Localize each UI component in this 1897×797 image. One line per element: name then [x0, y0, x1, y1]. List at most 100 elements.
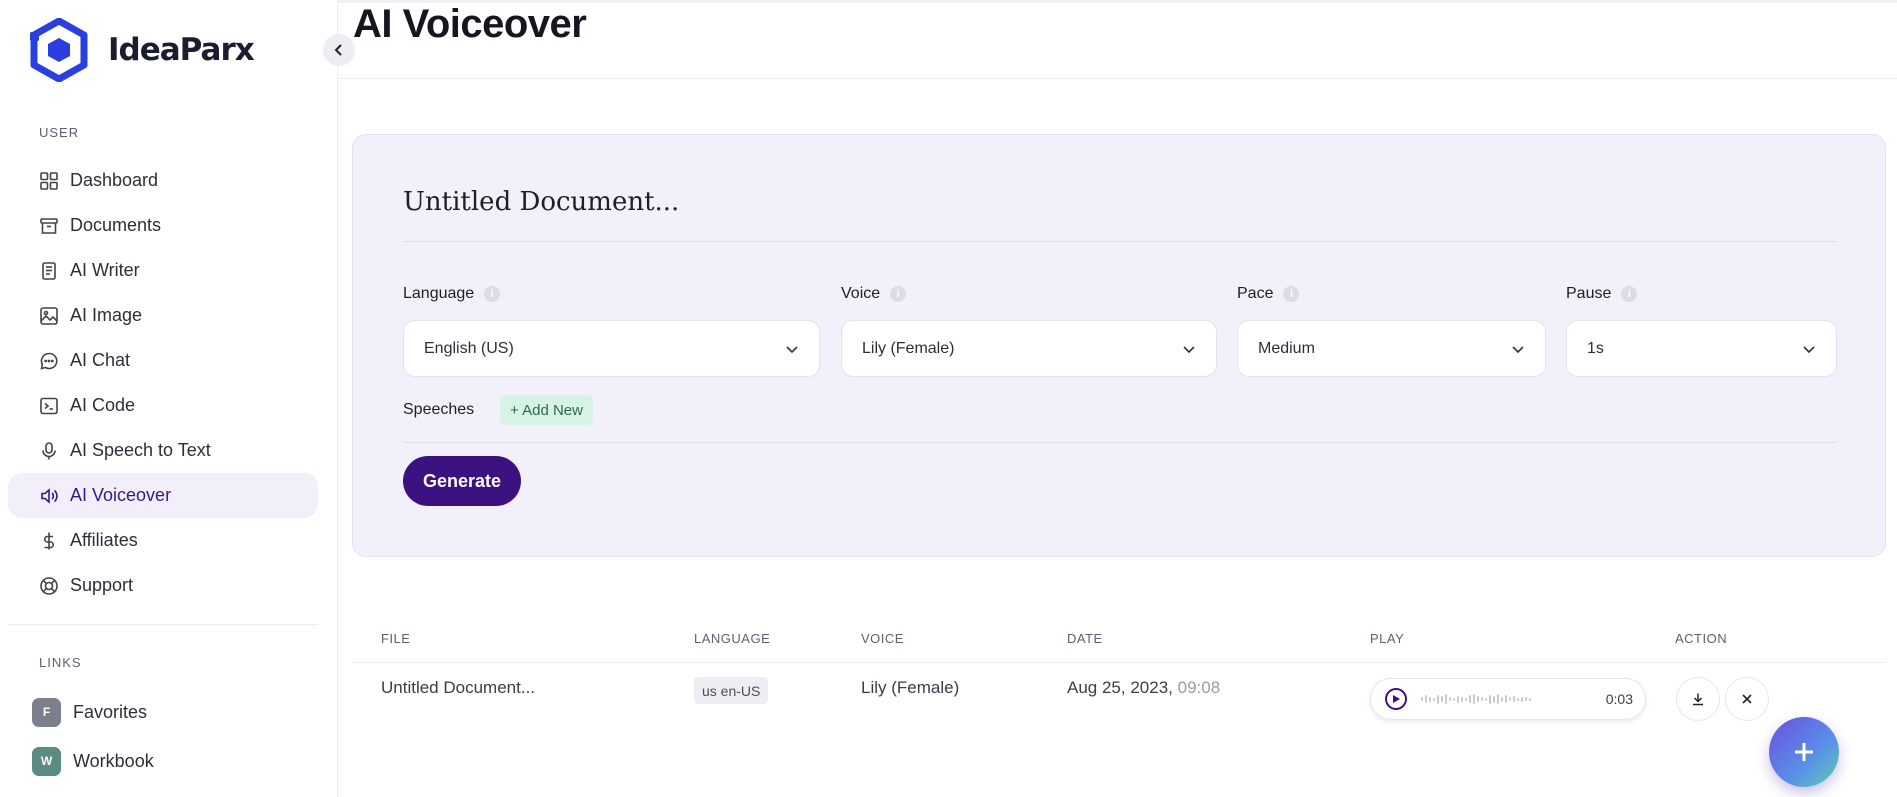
row-language-badge: us en-US	[694, 677, 769, 704]
language-label-text: Language	[403, 285, 475, 302]
pause-select-value: 1s	[1587, 339, 1604, 357]
collapse-sidebar-button[interactable]	[323, 34, 355, 66]
sidebar-divider	[8, 624, 318, 625]
sidebar-item-ai-image[interactable]: AI Image	[8, 293, 318, 338]
sidebar-item-label: AI Speech to Text	[70, 440, 211, 460]
language-select[interactable]: English (US)	[403, 320, 820, 377]
sidebar-item-label: Affiliates	[70, 530, 138, 550]
sidebar-item-label: AI Voiceover	[70, 485, 172, 505]
info-icon[interactable]: i	[1283, 286, 1300, 302]
microphone-icon	[38, 440, 60, 462]
voice-label-text: Voice	[841, 285, 881, 302]
sidebar-item-ai-code[interactable]: AI Code	[8, 383, 318, 428]
generate-button[interactable]: Generate	[403, 456, 521, 506]
header-divider	[338, 78, 1897, 79]
pace-select[interactable]: Medium	[1237, 320, 1546, 377]
column-header-language: LANGUAGE	[694, 631, 771, 646]
audio-duration: 0:03	[1605, 691, 1633, 707]
terminal-icon	[38, 395, 60, 417]
row-voice: Lily (Female)	[861, 678, 960, 697]
favorites-avatar: F	[32, 697, 61, 727]
delete-button[interactable]	[1725, 677, 1769, 721]
document-title[interactable]: Untitled Document...	[403, 187, 679, 217]
plus-icon	[1795, 743, 1813, 761]
language-label: Language i	[403, 285, 501, 303]
chevron-down-icon	[786, 345, 798, 353]
sidebar-item-affiliates[interactable]: Affiliates	[8, 518, 318, 563]
sidebar-item-label: Support	[70, 575, 134, 595]
grid-icon	[38, 170, 60, 192]
sidebar-item-documents[interactable]: Documents	[8, 203, 318, 248]
column-header-file: FILE	[381, 631, 411, 646]
voice-label: Voice i	[841, 285, 907, 303]
page-title: AI Voiceover	[353, 2, 587, 46]
sidebar-link-workbook[interactable]: W Workbook	[32, 746, 154, 776]
info-icon[interactable]: i	[484, 286, 501, 302]
logo[interactable]: IdeaParx	[30, 18, 255, 82]
info-icon[interactable]: i	[890, 286, 907, 302]
pace-label: Pace i	[1237, 285, 1300, 303]
audio-player: 0:03	[1370, 678, 1646, 720]
sidebar-item-label: Documents	[70, 215, 162, 235]
add-new-speech-button[interactable]: + Add New	[500, 395, 593, 425]
column-header-play: PLAY	[1370, 631, 1405, 646]
user-section-label: USER	[39, 125, 80, 140]
column-header-voice: VOICE	[861, 631, 904, 646]
sidebar-item-ai-speech-to-text[interactable]: AI Speech to Text	[8, 428, 318, 473]
sidebar-item-support[interactable]: Support	[8, 563, 318, 608]
sidebar-item-ai-voiceover[interactable]: AI Voiceover	[8, 473, 318, 518]
pause-select[interactable]: 1s	[1566, 320, 1837, 377]
sidebar-item-dashboard[interactable]: Dashboard	[8, 158, 318, 203]
sidebar-item-ai-writer[interactable]: AI Writer	[8, 248, 318, 293]
logo-hexagon-icon	[30, 18, 88, 82]
row-time-text: 09:08	[1177, 678, 1221, 697]
floating-add-button[interactable]	[1769, 717, 1839, 787]
voice-select-value: Lily (Female)	[862, 339, 955, 357]
column-header-date: DATE	[1067, 631, 1103, 646]
image-icon	[38, 305, 60, 327]
row-date-text: Aug 25, 2023,	[1067, 678, 1173, 697]
voice-select[interactable]: Lily (Female)	[841, 320, 1217, 377]
dollar-icon	[38, 530, 60, 552]
chevron-down-icon	[1803, 345, 1815, 353]
logo-text: IdeaParx	[108, 32, 255, 68]
card-divider	[403, 442, 1837, 443]
voiceover-editor-card: Untitled Document... Language i English …	[352, 134, 1886, 557]
sidebar-item-label: AI Code	[70, 395, 136, 415]
sidebar-item-ai-chat[interactable]: AI Chat	[8, 338, 318, 383]
lifebuoy-icon	[38, 575, 60, 597]
archive-icon	[38, 215, 60, 237]
play-icon	[1393, 695, 1400, 703]
waveform[interactable]	[1421, 694, 1606, 704]
sidebar: IdeaParx USER Dashboard Documents AI Wri…	[0, 0, 338, 797]
column-header-action: ACTION	[1675, 631, 1728, 646]
pause-label-text: Pause	[1566, 285, 1612, 302]
pace-label-text: Pace	[1237, 285, 1274, 302]
play-button[interactable]	[1385, 688, 1407, 710]
chat-icon	[38, 350, 60, 372]
pause-label: Pause i	[1566, 285, 1638, 303]
card-divider	[403, 241, 1837, 242]
pace-select-value: Medium	[1258, 339, 1315, 357]
language-select-value: English (US)	[424, 339, 514, 357]
download-icon	[1693, 693, 1703, 706]
download-button[interactable]	[1676, 677, 1720, 721]
chevron-down-icon	[1183, 345, 1195, 353]
info-icon[interactable]: i	[1621, 286, 1638, 302]
sidebar-item-label: AI Writer	[70, 260, 140, 280]
workbook-avatar: W	[32, 746, 61, 776]
close-icon	[1742, 694, 1752, 704]
sidebar-item-label: AI Chat	[70, 350, 131, 370]
row-file-name[interactable]: Untitled Document...	[381, 678, 535, 698]
speeches-label: Speeches	[403, 401, 475, 418]
table-header-divider	[352, 662, 1886, 663]
chevron-down-icon	[1512, 345, 1524, 353]
sidebar-link-favorites[interactable]: F Favorites	[32, 697, 147, 727]
sidebar-item-label: AI Image	[70, 305, 143, 325]
sidebar-item-label: Dashboard	[70, 170, 159, 190]
sidebar-nav: Dashboard Documents AI Writer AI Image A…	[8, 158, 318, 608]
sidebar-link-label: Favorites	[73, 701, 148, 722]
row-date: Aug 25, 2023, 09:08	[1067, 678, 1220, 698]
speaker-icon	[38, 485, 60, 507]
links-section-label: LINKS	[39, 655, 82, 670]
